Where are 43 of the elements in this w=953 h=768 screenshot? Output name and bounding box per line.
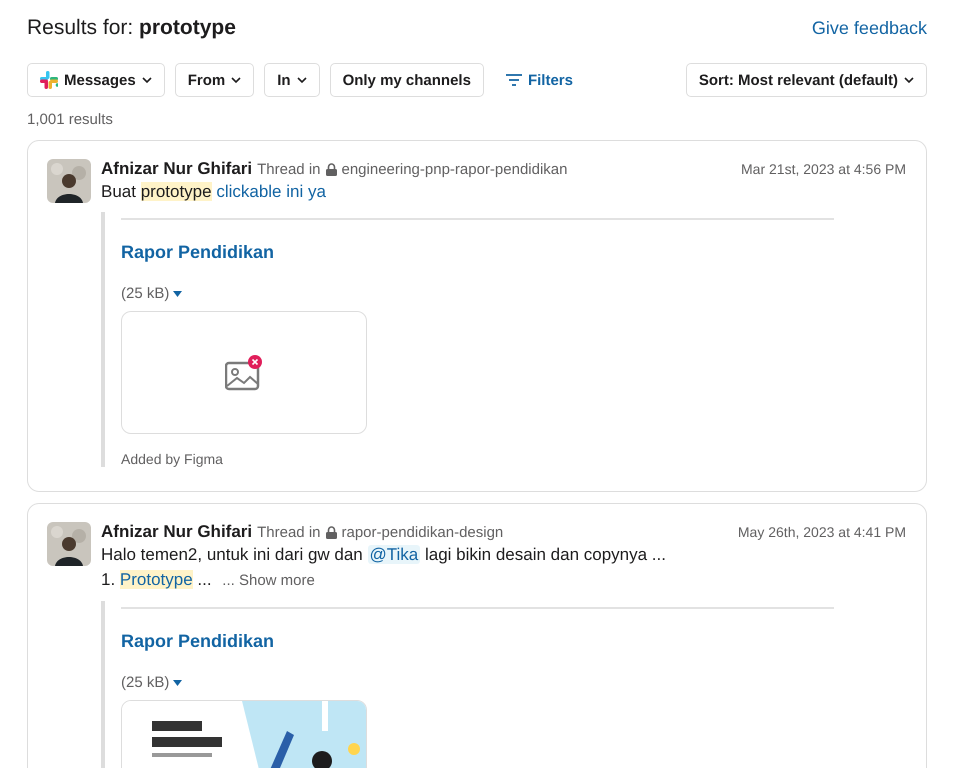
caret-icon	[173, 290, 182, 296]
timestamp: Mar 21st, 2023 at 4:56 PM	[741, 161, 906, 177]
chevron-down-icon	[904, 76, 914, 84]
attachment-title[interactable]: Rapor Pendidikan	[121, 631, 274, 652]
author-name[interactable]: Afnizar Nur Ghifari	[101, 159, 252, 179]
slack-logo-icon	[40, 71, 58, 89]
filter-dropdown[interactable]: From	[174, 63, 254, 97]
result-count: 1,001 results	[27, 111, 114, 128]
show-more-link[interactable]: ... Show more	[222, 572, 315, 589]
feedback-link[interactable]: Give feedback	[812, 18, 927, 38]
author-name[interactable]: Afnizar Nur Ghifari	[101, 522, 252, 542]
chevron-down-icon	[231, 76, 242, 84]
thread-label: Thread in	[257, 160, 320, 178]
sort-dropdown[interactable]: Sort: Most relevant (default)	[686, 63, 927, 97]
filter-button[interactable]: Only my channels	[330, 63, 484, 97]
message-text: Halo temen2, untuk ini dari gw dan @Tika lagi bikin desain dan copynya ...	[101, 544, 667, 566]
mention-link[interactable]: @Tika	[368, 545, 420, 564]
file-size-toggle[interactable]: (25 kB)	[121, 285, 182, 302]
lock-icon	[326, 162, 336, 176]
avatar	[47, 159, 91, 203]
lock-icon	[326, 526, 336, 538]
channel-name[interactable]: rapor-pendidikan-design	[342, 524, 504, 540]
attachment-title[interactable]: Rapor Pendidikan	[121, 242, 274, 263]
message-text: Buat prototype clickable ini ya	[101, 181, 327, 203]
broken-image-icon	[225, 354, 263, 390]
chevron-down-icon	[296, 76, 307, 84]
messages-dropdown[interactable]: Messages	[27, 63, 165, 97]
result-card[interactable]	[27, 503, 927, 768]
result-card[interactable]: Afnizar Nur Ghifari Thread in engineering-pnp-rapor-pendidikan Mar 21st, 2023 at 4:56 PM Buat prototype clickable ini ya Rapor Pendidikan (25 kB) Added by Figma	[27, 140, 927, 492]
channel-name[interactable]: engineering-pnp-rapor-pendidikan	[342, 160, 568, 178]
results-heading: Results for: prototype	[27, 16, 236, 40]
filter-icon	[506, 74, 522, 86]
attachment-footer: Added by Figma	[121, 451, 223, 467]
avatar	[47, 522, 91, 566]
message-link[interactable]: clickable ini ya	[212, 182, 326, 201]
thread-label: Thread in	[257, 524, 320, 540]
message-text: 1. Prototype ... ... Show more	[101, 569, 316, 591]
filter-dropdown[interactable]: In	[264, 63, 320, 97]
caret-icon	[173, 680, 182, 686]
timestamp: May 26th, 2023 at 4:41 PM	[738, 524, 906, 540]
file-size-toggle[interactable]: (25 kB)	[121, 674, 182, 691]
chevron-down-icon	[142, 76, 152, 84]
message-link[interactable]: Prototype	[120, 570, 193, 589]
